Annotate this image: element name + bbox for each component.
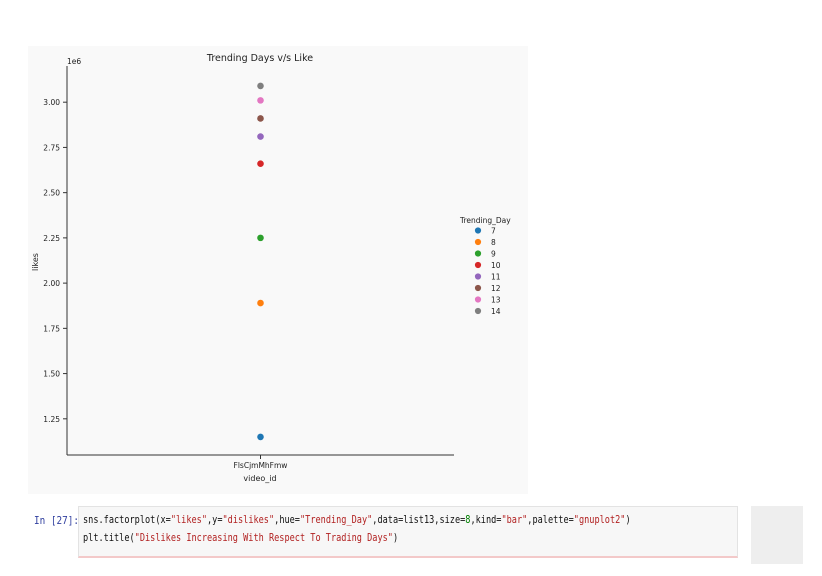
data-point-trending-day-13 bbox=[257, 97, 264, 104]
legend-marker-8 bbox=[474, 238, 482, 246]
code-line-2: plt.title("Dislikes Increasing With Resp… bbox=[83, 531, 398, 544]
data-point-trending-day-10 bbox=[257, 160, 264, 168]
y-tick-label: 1.75 bbox=[43, 324, 60, 333]
code-token: ,data=list13,size= bbox=[372, 513, 466, 526]
code-token: ,palette= bbox=[527, 513, 574, 526]
code-token: "bar" bbox=[501, 513, 528, 526]
data-point-trending-day-9 bbox=[257, 234, 264, 242]
code-token: "dislikes" bbox=[222, 513, 275, 526]
legend-marker-10 bbox=[474, 261, 482, 269]
code-token: ,hue= bbox=[274, 513, 300, 526]
legend-label-8: 8 bbox=[491, 238, 496, 247]
data-point-trending-day-8 bbox=[257, 299, 264, 307]
legend-label-9: 9 bbox=[491, 250, 496, 259]
legend-marker-11 bbox=[474, 273, 482, 280]
side-panel bbox=[751, 506, 803, 564]
x-axis-label: video_id bbox=[243, 474, 276, 483]
code-token: "likes" bbox=[170, 513, 207, 526]
code-token: sns.factorplot(x= bbox=[83, 513, 171, 526]
y-tick-label: 1.25 bbox=[43, 415, 60, 424]
y-tick-label: 2.75 bbox=[43, 143, 60, 152]
y-tick-label: 2.00 bbox=[43, 279, 60, 288]
legend-label-7: 7 bbox=[491, 227, 496, 236]
data-point-trending-day-7 bbox=[257, 433, 264, 441]
y-tick-label: 2.25 bbox=[43, 234, 60, 243]
data-point-trending-day-11 bbox=[257, 133, 264, 140]
legend-title: Trending_Day bbox=[459, 216, 511, 225]
legend-label-10: 10 bbox=[491, 261, 501, 270]
legend-marker-12 bbox=[474, 284, 482, 292]
y-tick-label: 3.00 bbox=[43, 98, 60, 107]
legend-label-14: 14 bbox=[491, 307, 501, 316]
legend-marker-14 bbox=[474, 307, 482, 315]
code-editor[interactable]: sns.factorplot(x="likes",y="dislikes",hu… bbox=[78, 506, 738, 558]
y-axis-label: likes bbox=[31, 253, 40, 271]
cell-prompt: In [27]: bbox=[34, 514, 80, 527]
code-token: "Dislikes Increasing With Respect To Tra… bbox=[134, 531, 393, 544]
y-tick-label: 2.50 bbox=[43, 189, 60, 198]
code-token: ) bbox=[625, 513, 631, 526]
code-token: plt.title( bbox=[83, 531, 135, 544]
chart-title: Trending Days v/s Like bbox=[206, 53, 313, 64]
legend-marker-13 bbox=[474, 296, 482, 303]
code-token: "Trending_Day" bbox=[299, 513, 373, 526]
notebook-cell: In [27]: sns.factorplot(x="likes",y="dis… bbox=[0, 500, 822, 576]
code-token: ,kind= bbox=[470, 513, 502, 526]
code-line-1: sns.factorplot(x="likes",y="dislikes",hu… bbox=[83, 513, 631, 526]
y-scale-label: 1e6 bbox=[67, 57, 81, 66]
y-tick-label: 1.50 bbox=[43, 370, 60, 379]
scatter-chart: Trending Days v/s Like 1e6 likes video_i… bbox=[31, 53, 511, 483]
legend-label-11: 11 bbox=[491, 273, 501, 282]
code-token: ,y= bbox=[206, 513, 223, 526]
legend-label-12: 12 bbox=[491, 284, 501, 293]
legend-marker-7 bbox=[474, 227, 482, 234]
legend-label-13: 13 bbox=[491, 296, 501, 305]
data-point-trending-day-12 bbox=[257, 115, 264, 122]
data-point-trending-day-14 bbox=[257, 82, 264, 90]
code-token: "gnuplot2" bbox=[573, 513, 626, 526]
x-tick-label: FlsCjmMhFmw bbox=[234, 461, 288, 470]
code-token: ) bbox=[392, 531, 399, 544]
legend-marker-9 bbox=[474, 250, 482, 257]
